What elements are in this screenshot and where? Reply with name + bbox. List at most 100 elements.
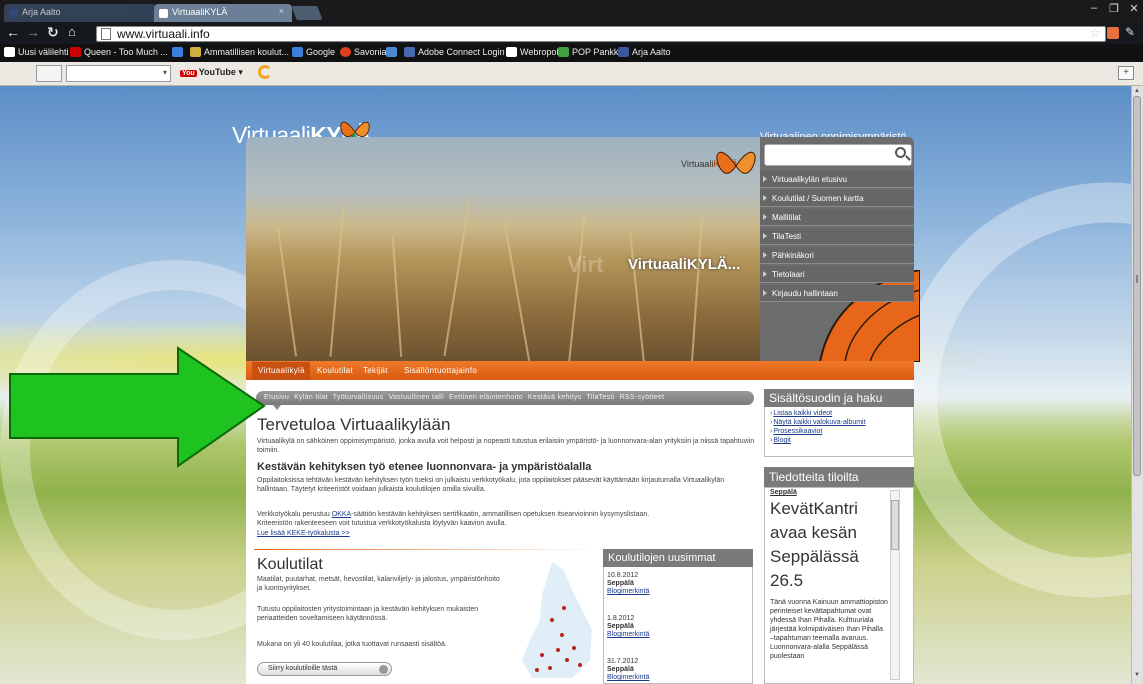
facebook-icon xyxy=(9,9,18,18)
hero-image xyxy=(246,137,760,361)
close-tab-icon[interactable]: × xyxy=(279,6,284,16)
news-title: Tiedotteita tiloilta xyxy=(764,467,914,487)
filter-link[interactable]: Blogit xyxy=(770,437,791,444)
wrench-icon[interactable]: ✎ xyxy=(1125,25,1135,39)
news-source-link[interactable]: Seppälä xyxy=(770,489,797,496)
subnav-item[interactable]: RSS-syötteet xyxy=(620,394,665,401)
koulutilat-text: Maatilat, puutarhat, metsät, hevostilat,… xyxy=(257,576,500,592)
news-headline[interactable]: KevätKantri avaa kesän Seppälässä 26.5 xyxy=(770,497,888,593)
latest-item: 1.8.2012 Seppälä Blogimerkintä xyxy=(607,615,650,638)
news-body: Tänä vuonna Kainuun ammattiopiston perin… xyxy=(770,599,888,660)
reload-icon[interactable]: ↻ xyxy=(47,24,59,41)
tab-virtuaalikyla[interactable]: VirtuaaliKYLÄ × xyxy=(154,4,292,22)
scrollbar-thumb[interactable] xyxy=(1133,96,1141,476)
keke-link[interactable]: Lue lisää KEKE-työkalusta >> xyxy=(257,529,350,538)
nav-item[interactable]: Koulutilat / Suomen kartta xyxy=(760,190,914,207)
latest-item: 10.8.2012 Seppälä Blogimerkintä xyxy=(607,572,650,595)
forward-icon[interactable]: → xyxy=(26,24,40,40)
tab-facebook[interactable]: Arja Aalto xyxy=(4,4,156,22)
bookmark-item[interactable]: Google xyxy=(292,47,335,57)
google-icon xyxy=(292,47,303,57)
welcome-text: Virtuaalikylä on sähköinen oppimisympäri… xyxy=(257,438,755,454)
maximize-button[interactable]: ❐ xyxy=(1104,2,1124,18)
url-text: www.virtuaali.info xyxy=(117,27,210,41)
section-divider xyxy=(254,549,599,550)
subnav-item[interactable]: Kestävä kehitys xyxy=(528,394,582,401)
subnav-item[interactable]: Kylän tilat xyxy=(294,394,328,401)
news-scrollbar-thumb[interactable] xyxy=(891,500,899,550)
hero-ghost-text: Virt xyxy=(567,252,604,277)
kk-text: Kriteeristön rakenteeseen voit tutustua … xyxy=(257,520,507,527)
tab-sisallontuottajainfo[interactable]: Sisällöntuottajainfo xyxy=(404,366,477,375)
nav-item[interactable]: Tietolaari xyxy=(760,266,914,283)
minimize-button[interactable]: – xyxy=(1084,2,1104,18)
subnav-item[interactable]: Vastuullinen talli xyxy=(389,394,444,401)
expand-button[interactable]: + xyxy=(1118,66,1134,80)
scroll-up-icon[interactable]: ▲ xyxy=(1133,88,1141,96)
tab-tekijat[interactable]: Tekijät xyxy=(363,366,388,375)
subnav-item[interactable]: Etusivu xyxy=(264,394,289,401)
subnav-item[interactable]: Työturvallisuus xyxy=(333,394,384,401)
subnav-item[interactable]: TilaTesti xyxy=(586,394,614,401)
scroll-down-icon[interactable]: ▼ xyxy=(1133,672,1141,680)
adobe-icon xyxy=(404,47,415,57)
filter-link[interactable]: Listaa kaikki videot xyxy=(770,410,832,417)
kk-title: Kestävän kehityksen työ etenee luonnonva… xyxy=(257,461,592,473)
latest-link[interactable]: Blogimerkintä xyxy=(607,631,649,638)
kk-text-okka: Verkkotyökalu perustuu OKKA-säätiön kest… xyxy=(257,511,650,518)
pop-icon xyxy=(558,47,569,57)
welcome-title: Tervetuloa Virtuaalikylään xyxy=(257,415,451,434)
facebook-icon xyxy=(618,47,629,57)
toolbar-search-input[interactable]: ▾ xyxy=(66,65,171,82)
google-icon xyxy=(172,47,183,57)
latest-link[interactable]: Blogimerkintä xyxy=(607,674,649,681)
star-icon[interactable]: ☆ xyxy=(1090,26,1101,40)
sub-navigation: Etusivu Kylän tilat Työturvallisuus Vastuul… xyxy=(256,391,754,405)
green-arrow-annotation xyxy=(9,346,266,468)
bookmark-item[interactable]: Webropol xyxy=(506,47,558,57)
extension-icon[interactable] xyxy=(1107,27,1119,39)
filter-link[interactable]: Prosessikaaviot xyxy=(770,428,822,435)
bookmark-item[interactable]: Adobe Connect Login xyxy=(404,47,505,57)
bookmark-item[interactable]: Uusi välilehti xyxy=(4,47,69,57)
youtube-button[interactable]: You YouTube ▾ xyxy=(180,67,243,78)
bookmark-item[interactable]: Ammatillisen koulut... xyxy=(190,47,289,57)
nav-item[interactable]: Mallitilat xyxy=(760,209,914,226)
bookmark-item[interactable]: Arja Aalto xyxy=(618,47,671,57)
koulutilat-button[interactable]: Siirry koulutiloille tästä xyxy=(257,662,392,676)
back-icon[interactable]: ← xyxy=(6,24,20,40)
latest-link[interactable]: Blogimerkintä xyxy=(607,588,649,595)
close-window-button[interactable]: ✕ xyxy=(1124,2,1143,18)
finland-map xyxy=(522,562,592,678)
search-icon[interactable] xyxy=(895,147,906,158)
subnav-item[interactable]: Eettinen eläintenhoito xyxy=(449,394,523,401)
latest-item: 31.7.2012 Seppälä Blogimerkintä xyxy=(607,658,650,681)
koulutilat-text: Tutustu oppilaitosten yritystoimintaan j… xyxy=(257,606,479,622)
site-search-input[interactable] xyxy=(764,144,912,166)
bookmark-item[interactable]: Queen - Too Much ... xyxy=(70,47,168,57)
butterfly-wing-icon xyxy=(818,270,920,362)
home-icon[interactable]: ⌂ xyxy=(68,24,76,39)
bookmark-item[interactable]: POP Pankki xyxy=(558,47,620,57)
google-plus-icon[interactable] xyxy=(258,65,272,79)
address-bar[interactable]: www.virtuaali.info xyxy=(96,26,1106,42)
savonia-icon xyxy=(340,47,351,57)
new-tab-button[interactable] xyxy=(291,6,323,20)
bookmark-item[interactable]: Savonia xyxy=(340,47,387,57)
kk-text: Oppilaitoksissa tehtävän kestävän kehity… xyxy=(257,477,725,493)
page-icon xyxy=(159,9,168,18)
filter-link[interactable]: Näytä kaikki valokuva-albumit xyxy=(770,419,865,426)
nav-item[interactable]: Virtuaalikylän etusivu xyxy=(760,171,914,188)
nav-item[interactable]: Pähkinäkori xyxy=(760,247,914,264)
tab-koulutilat[interactable]: Koulutilat xyxy=(317,366,353,375)
filter-title: Sisältösuodin ja haku xyxy=(764,389,914,407)
okka-link[interactable]: OKKA xyxy=(332,511,351,518)
bookmarks-bar: Uusi välilehti Queen - Too Much ... Amma… xyxy=(0,44,1143,62)
google-toolbar xyxy=(0,62,1143,86)
koulutilat-text: Mukana on yli 40 koulutilaa, jotka tuott… xyxy=(257,641,447,648)
nav-item[interactable]: Kirjaudu hallintaan xyxy=(760,285,914,302)
page-icon xyxy=(101,28,111,40)
latest-title: Koulutilojen uusimmat xyxy=(603,549,753,567)
nav-item[interactable]: TilaTesti xyxy=(760,228,914,245)
toolbar-search-icon[interactable] xyxy=(36,65,62,82)
